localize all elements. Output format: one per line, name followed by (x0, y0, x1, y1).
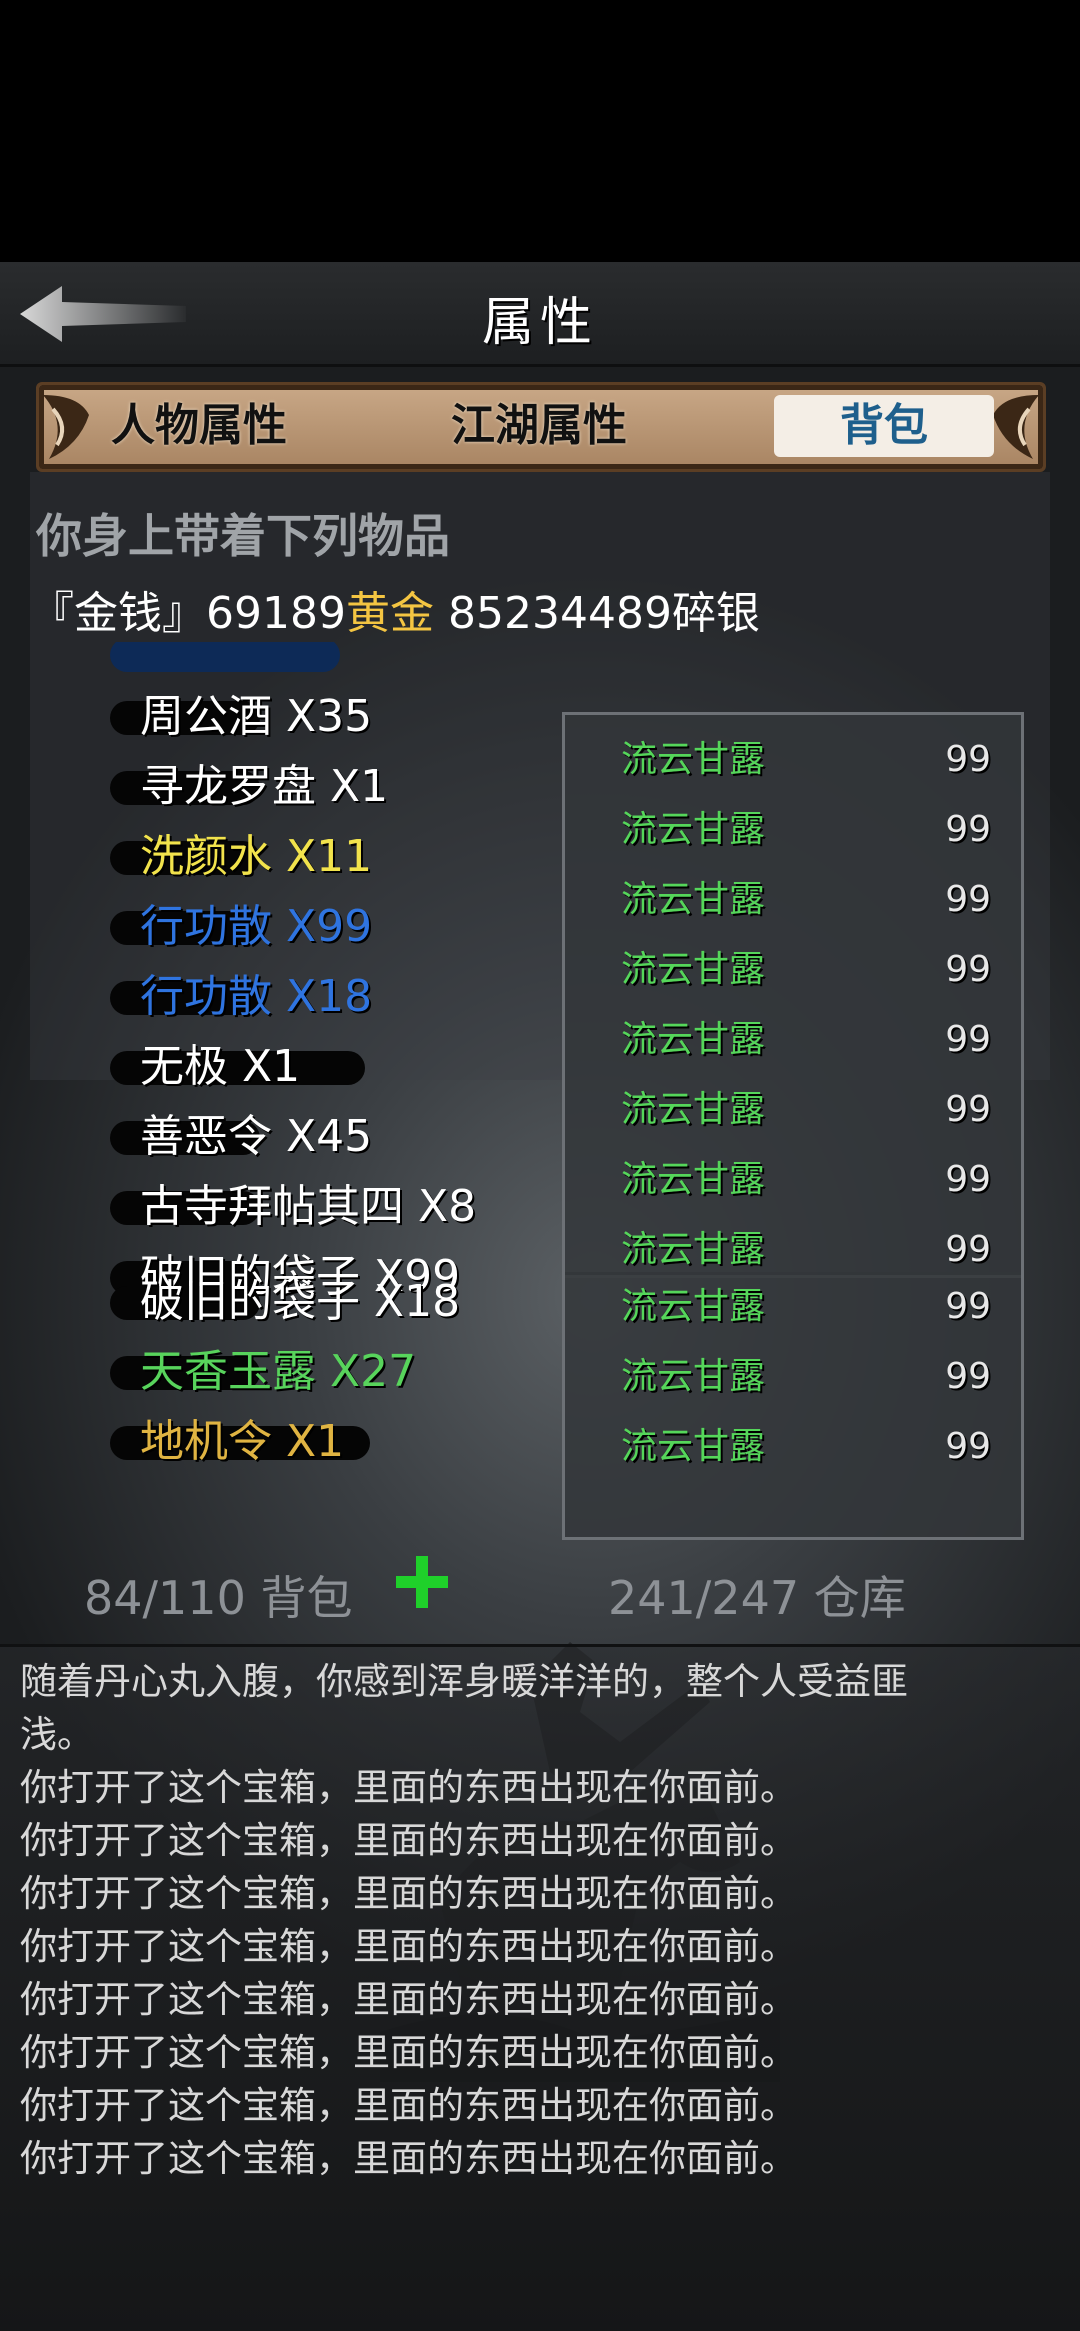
money-line: 『金钱』69189黄金 85234489碎银 (30, 577, 760, 641)
message-log[interactable]: 随着丹心丸入腹，你感到浑身暖洋洋的，整个人受益匪 浅。 你打开了这个宝箱，里面的… (0, 1644, 1080, 2331)
storage-item[interactable]: 流云甘露 99 (565, 1075, 1021, 1145)
list-item[interactable]: 善恶令 X45 (110, 1107, 372, 1167)
storage-item[interactable]: 流云甘露 99 (565, 935, 1021, 1005)
storage-item[interactable]: 流云甘露 99 (565, 795, 1021, 865)
storage-capacity: 241/247 仓库 (608, 1571, 906, 1625)
log-line: 浅。 (20, 1713, 94, 1756)
storage-item[interactable]: 流云甘露 99 (565, 1342, 1021, 1412)
list-item[interactable]: 无极 X1 (110, 1037, 365, 1097)
log-line: 你打开了这个宝箱，里面的东西出现在你面前。 (20, 1819, 797, 1862)
log-line: 你打开了这个宝箱，里面的东西出现在你面前。 (20, 2137, 797, 2180)
page-title: 属性 (481, 293, 598, 353)
silver-amount: 85234489碎银 (447, 588, 760, 639)
storage-item[interactable]: 流云甘露 99 (565, 1145, 1021, 1215)
storage-item[interactable]: 流云甘露 99 (565, 865, 1021, 935)
gold-unit: 黄金 (345, 588, 434, 639)
inventory-heading: 你身上带着下列物品 (36, 509, 450, 563)
log-line: 你打开了这个宝箱，里面的东西出现在你面前。 (20, 1925, 797, 1968)
add-bag-slot-plus-icon[interactable] (392, 1552, 452, 1612)
storage-item[interactable]: 流云甘露 99 (565, 1412, 1021, 1482)
bag-capacity: 84/110 背包 (84, 1571, 353, 1625)
storage-list-lower[interactable]: 流云甘露 99 流云甘露 99 流云甘露 99 (562, 1272, 1024, 1540)
inventory-list-lower[interactable]: 破旧的袋子 X18 天香玉露 X27 地机令 X1 (110, 1272, 530, 1572)
log-line: 你打开了这个宝箱，里面的东西出现在你面前。 (20, 2084, 797, 2127)
list-item[interactable]: 洗颜水 X11 (110, 827, 372, 887)
list-item[interactable]: 行功散 X99 (110, 897, 372, 957)
title-bar: 属性 (0, 262, 1080, 367)
list-item[interactable]: 破旧的袋子 X18 (110, 1272, 460, 1332)
gold-value: 69189 (206, 588, 346, 639)
tab-bar: 人物属性 江湖属性 背包 (36, 382, 1046, 472)
list-item[interactable]: 地机令 X1 (110, 1412, 370, 1472)
game-screen: 属性 人物属性 江湖属性 背包 你身上带着下列物品 『金钱』69189黄金 85… (0, 262, 1080, 2331)
log-line: 你打开了这个宝箱，里面的东西出现在你面前。 (20, 2031, 797, 2074)
list-item[interactable]: 天香玉露 X27 (110, 1342, 416, 1402)
log-line: 你打开了这个宝箱，里面的东西出现在你面前。 (20, 1978, 797, 2021)
log-line: 你打开了这个宝箱，里面的东西出现在你面前。 (20, 1872, 797, 1915)
tab-jianghu-attributes[interactable]: 江湖属性 (429, 395, 649, 457)
storage-item[interactable]: 流云甘露 99 (565, 1272, 1021, 1342)
list-item[interactable]: 周公酒 X35 (110, 687, 372, 747)
storage-item[interactable]: 流云甘露 99 (565, 725, 1021, 795)
inventory-list[interactable]: 周公酒 X35 寻龙罗盘 X1 洗颜水 X11 行功散 X99 行功散 X18 … (110, 642, 530, 1297)
money-prefix: 『金钱』 (30, 588, 206, 639)
tab-bar-left-ornament (43, 395, 89, 459)
list-item[interactable]: 行功散 X18 (110, 967, 372, 1027)
log-line: 随着丹心丸入腹，你感到浑身暖洋洋的，整个人受益匪 (20, 1660, 908, 1703)
list-item[interactable]: 寻龙罗盘 X1 (110, 757, 388, 817)
tab-character-attributes[interactable]: 人物属性 (99, 395, 299, 457)
storage-item[interactable]: 流云甘露 99 (565, 1005, 1021, 1075)
list-item[interactable]: 古寺拜帖其四 X8 (110, 1177, 476, 1237)
log-line: 你打开了这个宝箱，里面的东西出现在你面前。 (20, 1766, 797, 1809)
storage-list[interactable]: 流云甘露 99 流云甘露 99 流云甘露 99 流云甘露 99 流云甘露 99 流云甘露 9… (562, 712, 1024, 1278)
tab-backpack[interactable]: 背包 (774, 395, 994, 457)
